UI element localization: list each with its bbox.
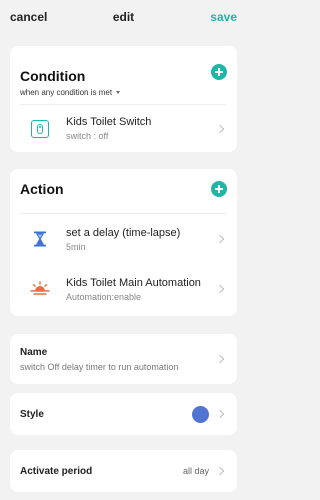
name-value: switch Off delay timer to run automation <box>20 361 179 372</box>
cancel-button[interactable]: cancel <box>10 10 47 24</box>
add-action-button[interactable] <box>211 181 227 197</box>
action-item-detail: 5min <box>66 241 86 252</box>
hourglass-icon <box>28 227 52 251</box>
action-card: Action set a delay (time-lapse) 5min Kid… <box>10 169 237 316</box>
period-value: all day <box>182 466 209 476</box>
action-item-name: set a delay (time-lapse) <box>66 226 181 239</box>
action-header: Action <box>10 169 237 209</box>
condition-item-name: Kids Toilet Switch <box>66 116 152 128</box>
name-card[interactable]: Name switch Off delay timer to run autom… <box>10 334 237 384</box>
style-row[interactable]: Style <box>10 393 237 435</box>
action-item-name: Kids Toilet Main Automation <box>66 276 201 289</box>
action-item-detail: Automation:enable <box>66 291 142 302</box>
chevron-down-icon <box>116 90 121 94</box>
name-label: Name <box>20 346 48 358</box>
condition-match-dropdown[interactable]: when any condition is met <box>10 86 237 98</box>
save-button[interactable]: save <box>210 10 237 24</box>
style-color-swatch <box>192 405 209 423</box>
condition-item[interactable]: Kids Toilet Switch switch : off <box>10 105 237 152</box>
period-label: Activate period <box>20 465 93 477</box>
condition-header: Condition <box>10 46 237 86</box>
action-title: Action <box>20 181 64 197</box>
add-condition-button[interactable] <box>211 64 227 80</box>
condition-title: Condition <box>20 68 86 84</box>
period-row[interactable]: Activate period all day <box>10 450 237 492</box>
chevron-right-icon <box>215 466 225 476</box>
chevron-right-icon <box>215 354 225 364</box>
condition-match-label: when any condition is met <box>20 87 113 97</box>
period-card[interactable]: Activate period all day <box>10 450 237 492</box>
action-item-delay[interactable]: set a delay (time-lapse) 5min <box>10 214 237 264</box>
condition-item-detail: switch : off <box>66 131 109 141</box>
name-row[interactable]: Name switch Off delay timer to run autom… <box>10 334 237 384</box>
top-bar: cancel edit save <box>0 0 247 34</box>
style-label: Style <box>20 408 44 420</box>
style-card[interactable]: Style <box>10 393 237 435</box>
sunrise-icon <box>28 277 52 301</box>
condition-card: Condition when any condition is met Kids… <box>10 46 237 152</box>
chevron-right-icon <box>215 124 225 133</box>
switch-icon <box>28 117 52 141</box>
chevron-right-icon <box>215 234 225 244</box>
chevron-right-icon <box>215 409 225 419</box>
chevron-right-icon <box>215 284 225 294</box>
action-item-automation[interactable]: Kids Toilet Main Automation Automation:e… <box>10 264 237 314</box>
